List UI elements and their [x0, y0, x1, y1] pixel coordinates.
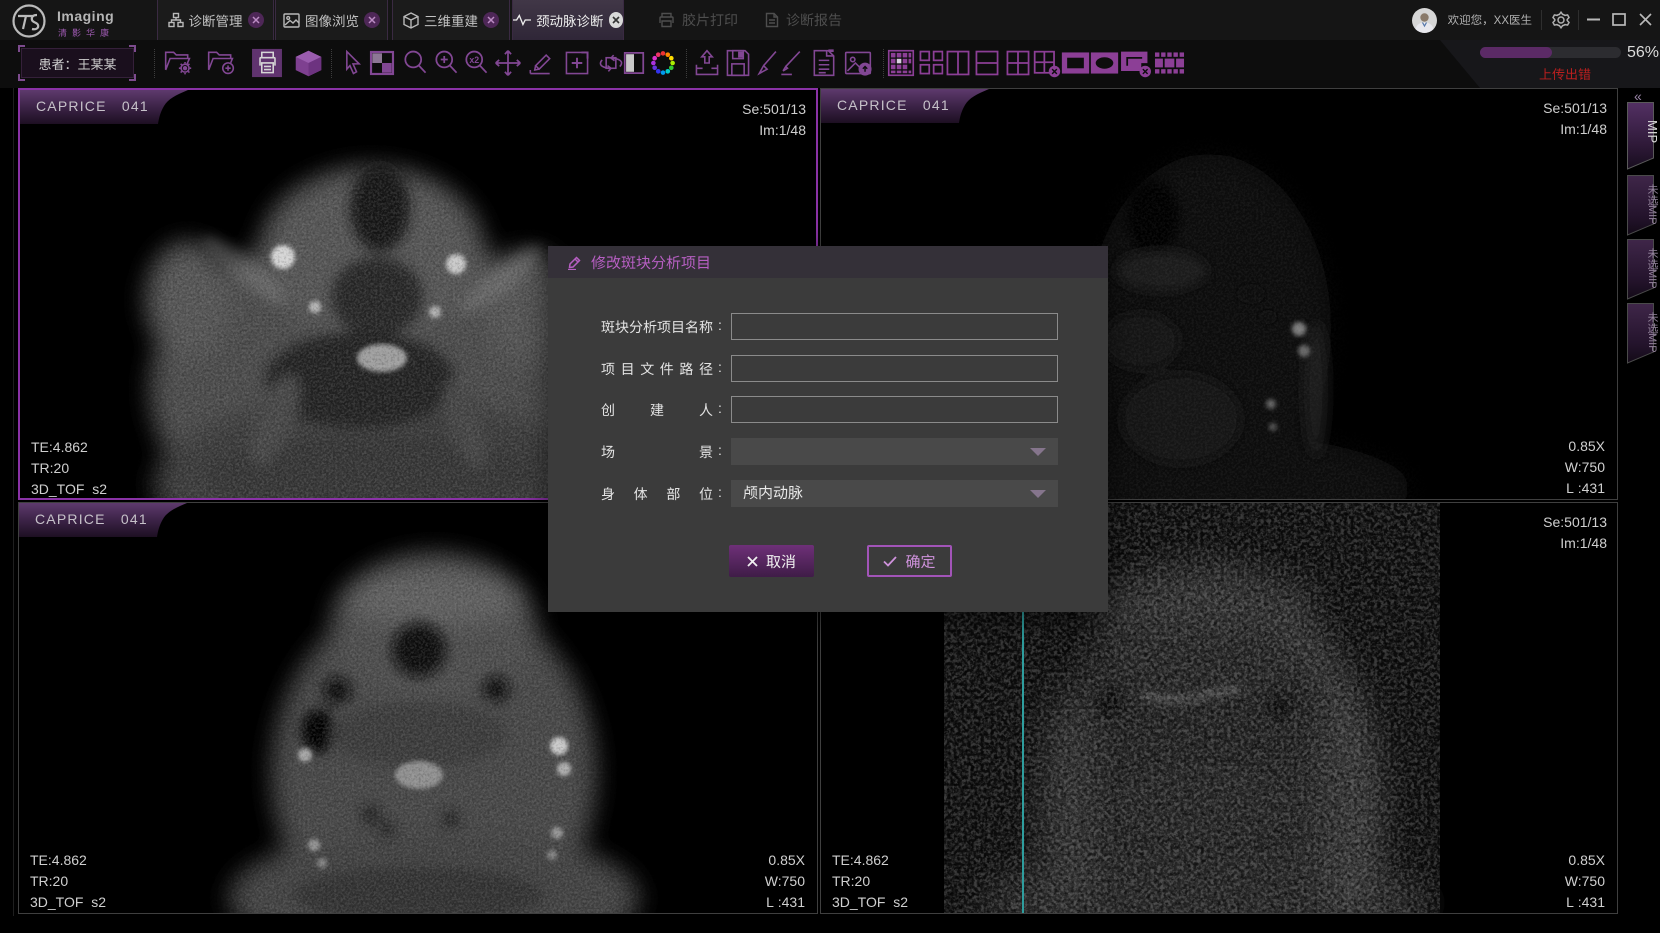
- svg-text:x2: x2: [469, 55, 479, 65]
- svg-text:«: «: [1634, 88, 1642, 104]
